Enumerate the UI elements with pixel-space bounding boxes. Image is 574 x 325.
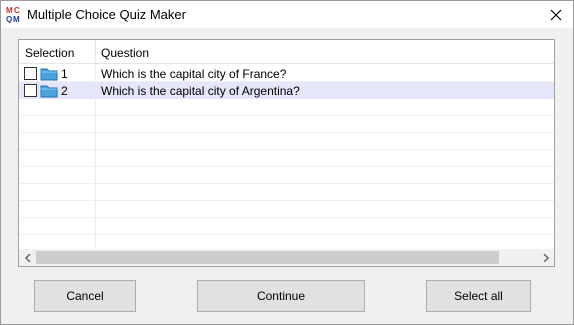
grid-line xyxy=(19,166,554,167)
chevron-right-icon xyxy=(543,253,549,262)
row-number: 1 xyxy=(61,67,68,81)
row-number: 2 xyxy=(61,84,68,98)
close-button[interactable] xyxy=(539,1,573,28)
cancel-button[interactable]: Cancel xyxy=(34,280,136,312)
chevron-left-icon xyxy=(24,253,30,262)
row-question: Which is the capital city of Argentina? xyxy=(101,84,300,98)
row-question: Which is the capital city of France? xyxy=(101,67,287,81)
row-checkbox-2[interactable] xyxy=(24,84,37,97)
scroll-left-button[interactable] xyxy=(19,249,36,266)
window-title: Multiple Choice Quiz Maker xyxy=(27,7,186,22)
list-row-2[interactable]: 2 Which is the capital city of Argentina… xyxy=(19,82,554,99)
list-header: Selection Question xyxy=(19,40,554,64)
column-header-selection[interactable]: Selection xyxy=(25,46,74,60)
quiz-maker-window: M C Q M Multiple Choice Quiz Maker Selec… xyxy=(0,0,574,325)
question-list[interactable]: Selection Question 1 Which is the capita… xyxy=(18,39,555,267)
column-divider[interactable] xyxy=(95,40,96,64)
svg-text:Q: Q xyxy=(6,15,12,23)
scroll-right-button[interactable] xyxy=(537,249,554,266)
close-icon xyxy=(550,9,562,20)
row-checkbox-1[interactable] xyxy=(24,67,37,80)
svg-text:M: M xyxy=(6,6,13,15)
svg-text:M: M xyxy=(13,15,20,23)
title-bar[interactable]: M C Q M Multiple Choice Quiz Maker xyxy=(1,1,573,28)
select-all-button[interactable]: Select all xyxy=(426,280,531,312)
grid-line xyxy=(19,183,554,184)
grid-line xyxy=(19,217,554,218)
grid-line xyxy=(19,200,554,201)
grid-line xyxy=(19,115,554,116)
svg-text:C: C xyxy=(14,6,20,15)
grid-line xyxy=(19,132,554,133)
mcqm-logo-icon: M C Q M xyxy=(6,6,20,23)
folder-icon xyxy=(40,85,58,98)
column-header-question[interactable]: Question xyxy=(101,46,149,60)
grid-line xyxy=(19,234,554,235)
scrollbar-thumb[interactable] xyxy=(36,251,499,264)
horizontal-scrollbar[interactable] xyxy=(19,249,554,266)
folder-icon xyxy=(40,68,58,81)
continue-button[interactable]: Continue xyxy=(197,280,365,312)
grid-line xyxy=(19,149,554,150)
list-row-1[interactable]: 1 Which is the capital city of France? xyxy=(19,65,554,82)
